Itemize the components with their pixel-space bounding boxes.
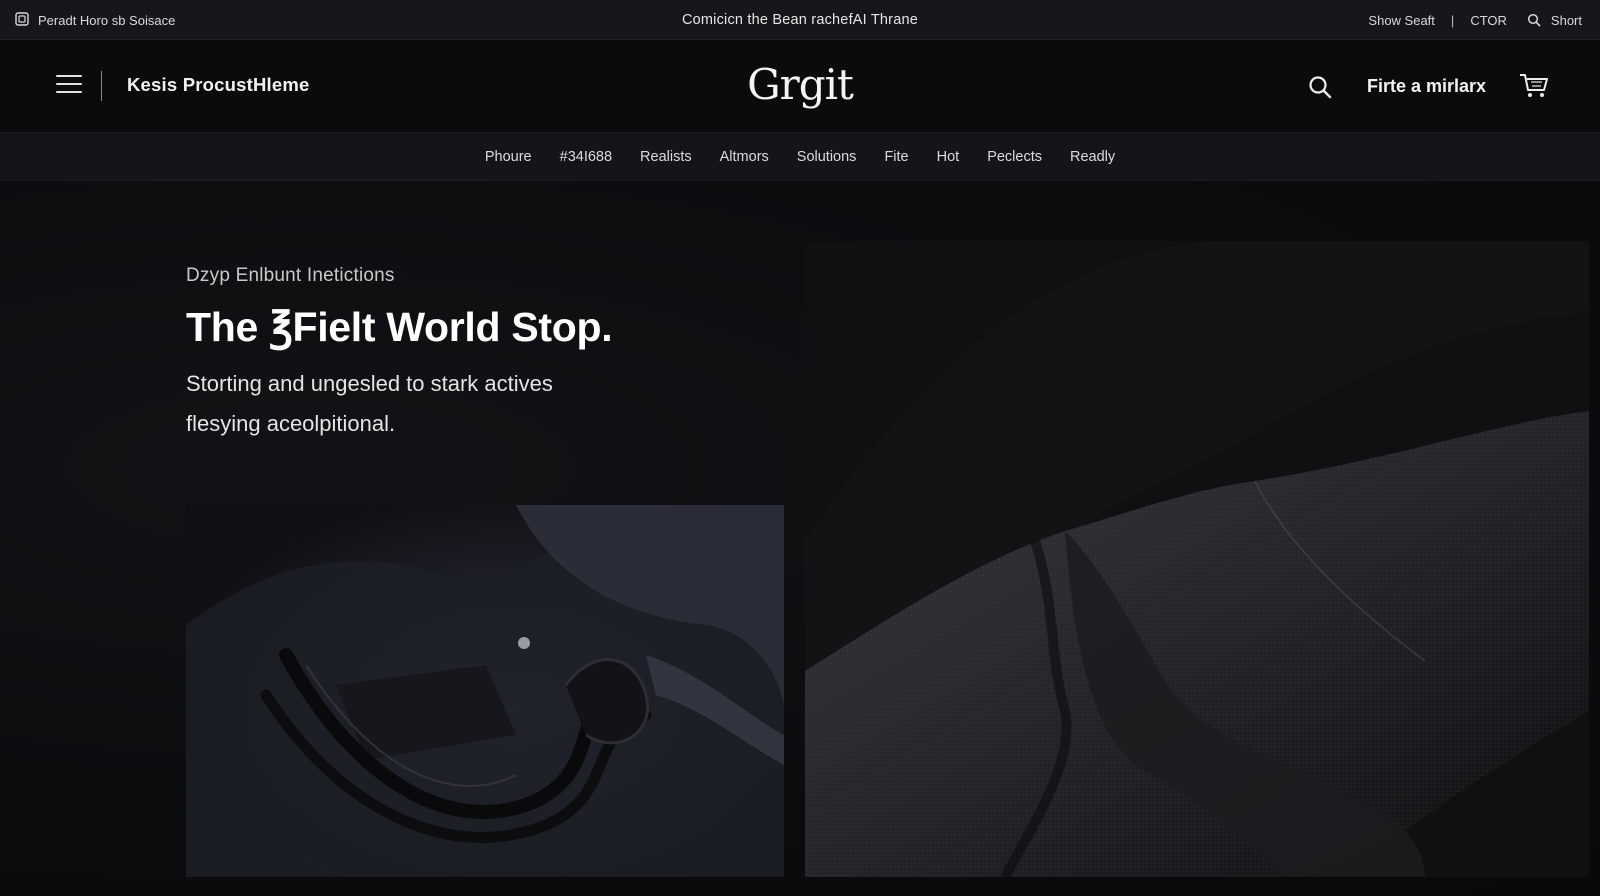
site-logo[interactable]: Grgit <box>747 60 854 109</box>
nav-item-phoure[interactable]: Phoure <box>471 149 546 165</box>
utility-links: Show Seaft | CTOR Short <box>1368 0 1582 40</box>
hero-eyebrow: Dzyp Enlbunt Inetictions <box>186 265 395 286</box>
site-header: Kesis ProcustHleme Grgit Firte a mirlarx <box>0 40 1600 133</box>
announcement-bar: Peradt Horo sb Soisace Comicicn the Bean… <box>0 0 1600 40</box>
cart-icon[interactable] <box>1518 71 1550 99</box>
nav-item-code[interactable]: #34I688 <box>546 149 626 165</box>
utility-divider: | <box>1450 12 1455 28</box>
search-icon[interactable] <box>1527 13 1541 27</box>
nav-item-solutions[interactable]: Solutions <box>783 149 871 165</box>
brand-text[interactable]: Kesis ProcustHleme <box>127 74 310 96</box>
nav-item-realists[interactable]: Realists <box>626 149 706 165</box>
nav-item-fite[interactable]: Fite <box>870 149 922 165</box>
black-knit-sleeve-image[interactable] <box>805 241 1589 877</box>
nav-item-altmors[interactable]: Altmors <box>706 149 783 165</box>
header-cta-link[interactable]: Firte a mirlarx <box>1367 76 1486 97</box>
black-jacket-with-cords-image[interactable] <box>186 505 784 877</box>
utility-link-ctor[interactable]: CTOR <box>1470 13 1507 28</box>
hero-headline: The ℥Fielt World Stop. <box>186 304 613 350</box>
store-info-text: Peradt Horo sb Soisace <box>38 12 176 28</box>
announcement-center: Comicicn the Bean rachefAI Thrane <box>0 0 1600 40</box>
utility-link-short[interactable]: Short <box>1551 13 1582 28</box>
announcement-text[interactable]: Comicicn the Bean rachefAI Thrane <box>682 12 918 28</box>
hero-section: Dzyp Enlbunt Inetictions The ℥Fielt Worl… <box>0 181 1600 896</box>
search-icon[interactable] <box>1307 74 1333 100</box>
nav-item-peclects[interactable]: Peclects <box>973 149 1056 165</box>
main-nav: Phoure #34I688 Realists Altmors Solution… <box>0 133 1600 181</box>
store-icon <box>15 11 29 29</box>
hero-subcopy: Storting and ungesled to stark actives f… <box>186 371 553 436</box>
header-divider <box>101 71 102 101</box>
hamburger-icon[interactable] <box>56 75 82 95</box>
utility-link-show[interactable]: Show Seaft <box>1368 13 1435 28</box>
nav-item-hot[interactable]: Hot <box>923 149 974 165</box>
nav-item-readly[interactable]: Readly <box>1056 149 1129 165</box>
store-info[interactable]: Peradt Horo sb Soisace <box>15 0 175 40</box>
